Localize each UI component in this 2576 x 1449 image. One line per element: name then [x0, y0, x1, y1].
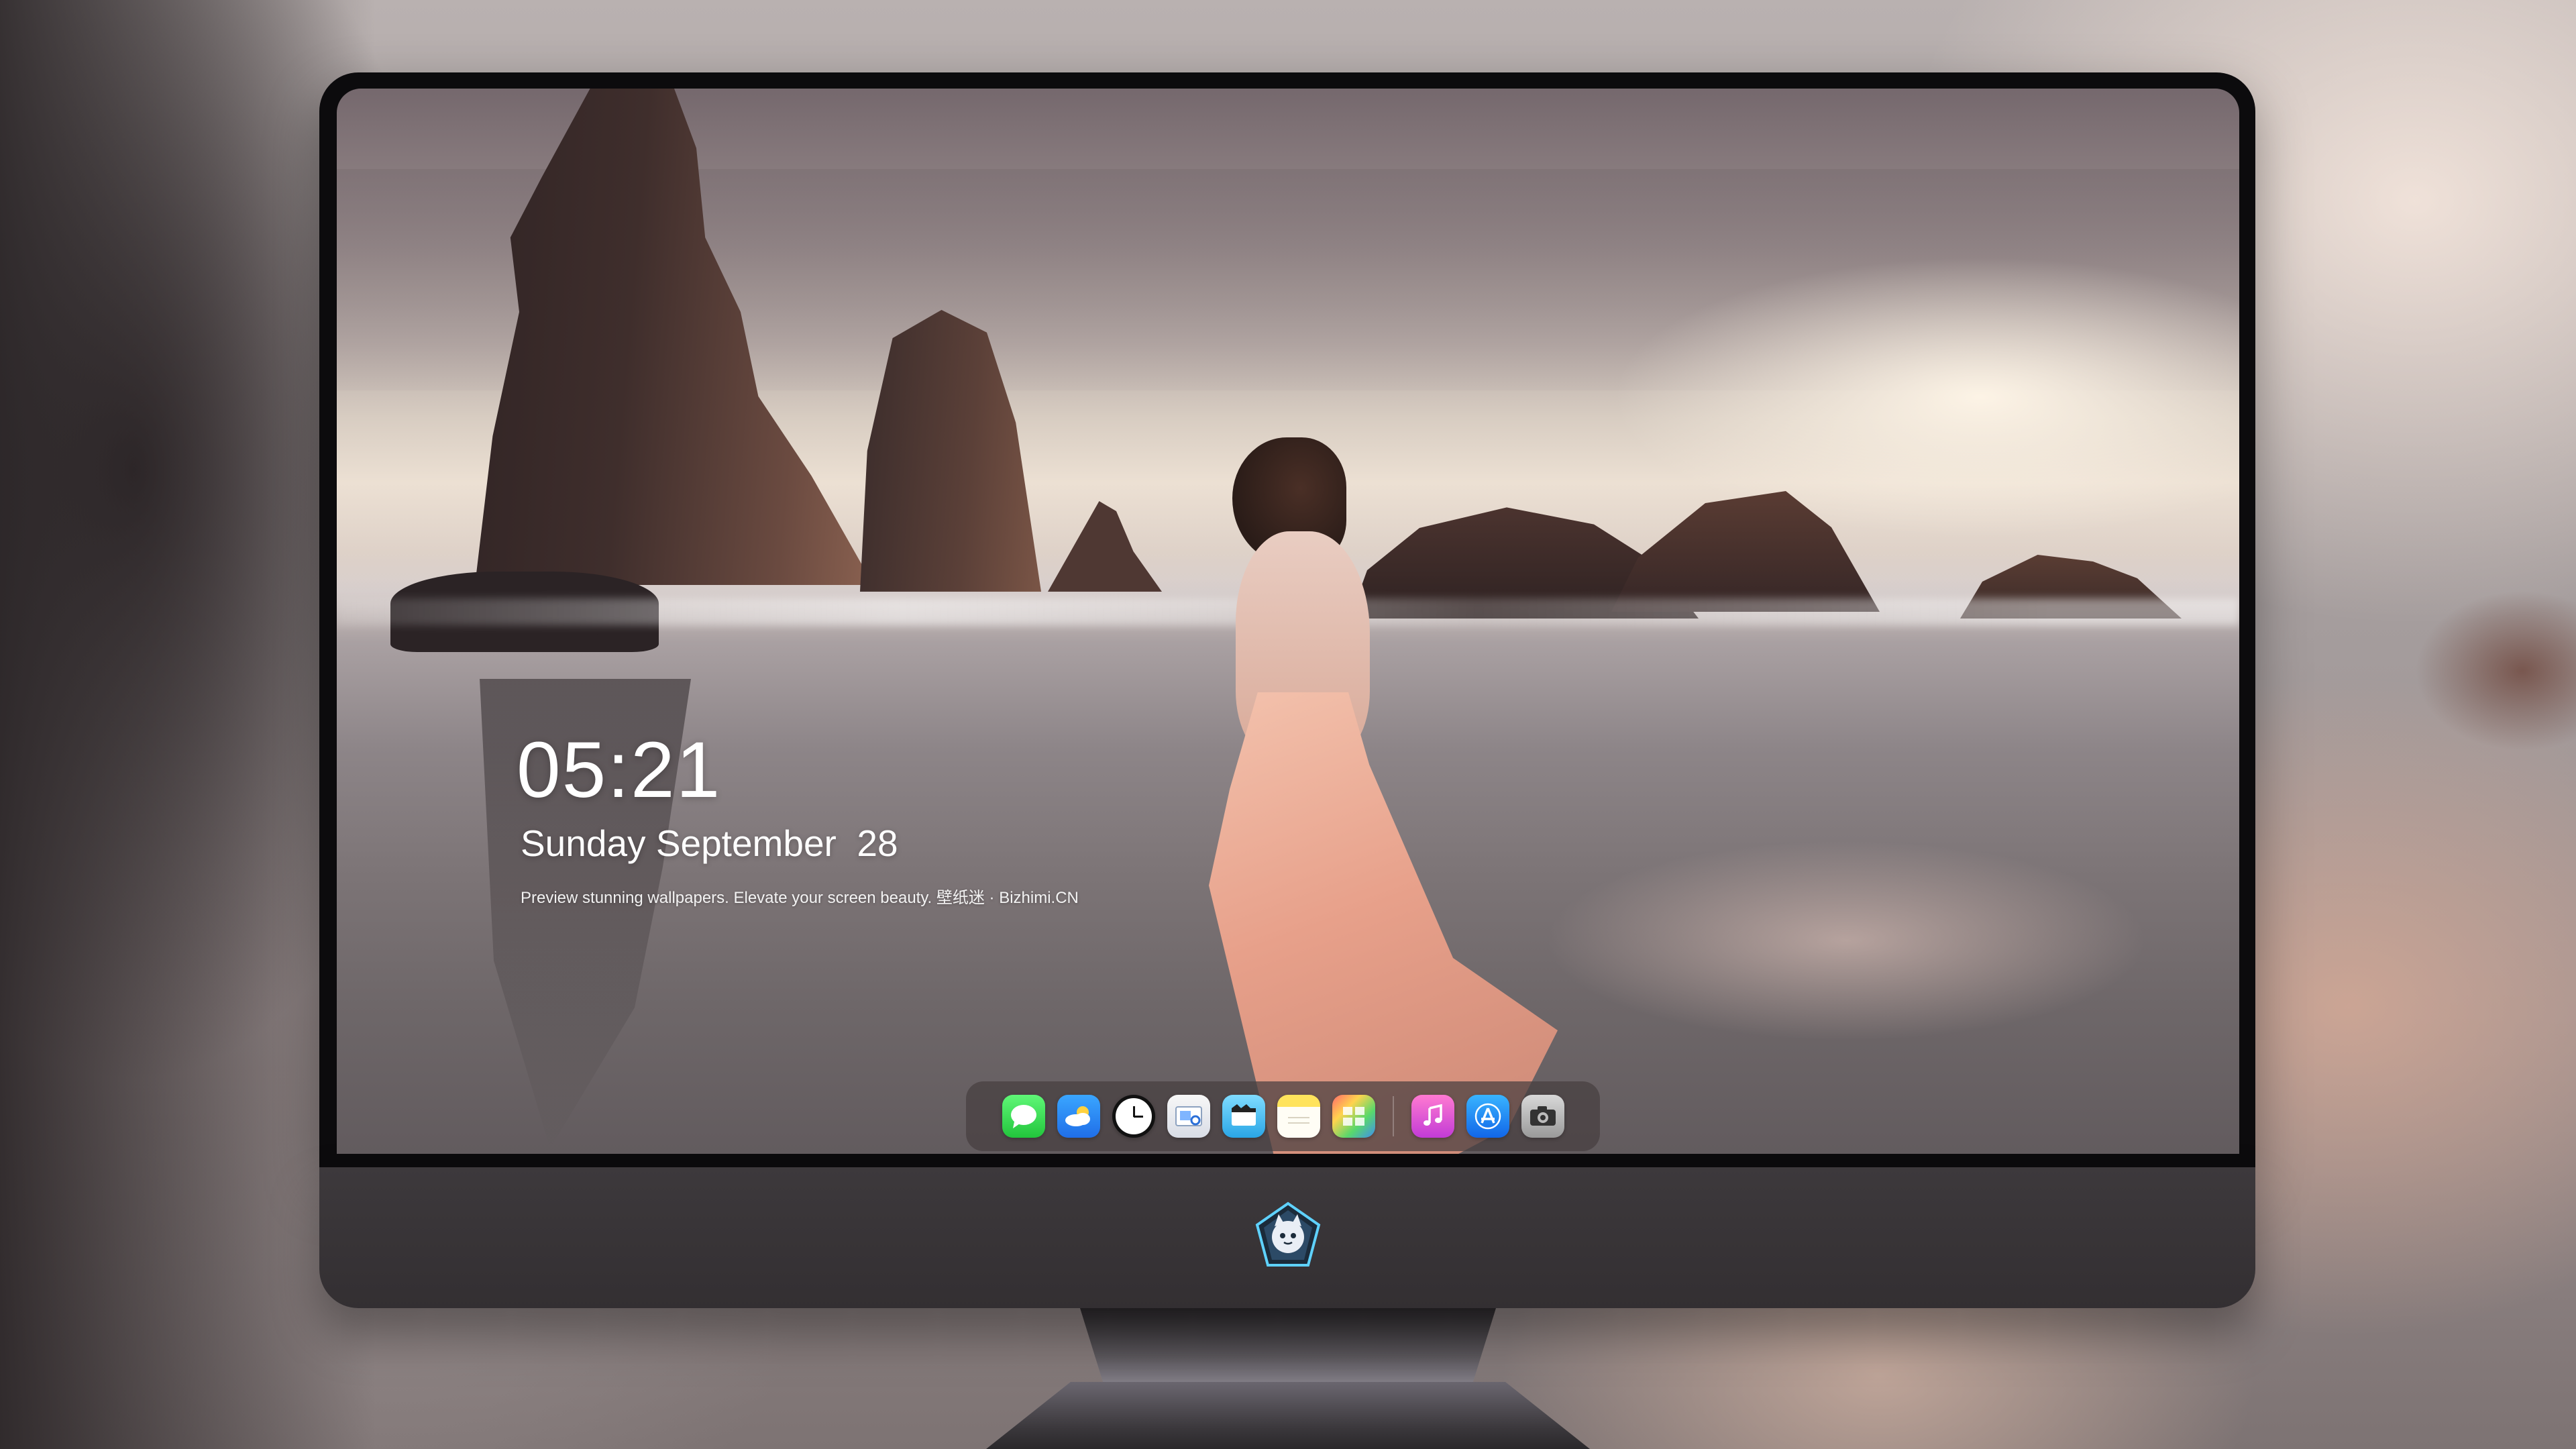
music-icon[interactable] [1411, 1095, 1454, 1138]
clock-icon[interactable] [1112, 1095, 1155, 1138]
cat-mascot-logo [1253, 1201, 1323, 1271]
dock [966, 1081, 1600, 1151]
messages-icon[interactable] [1002, 1095, 1045, 1138]
monitor-stand-base [986, 1382, 1590, 1449]
wallpaper-sunset-glow [1611, 256, 2239, 538]
photo-booth-icon[interactable] [1332, 1095, 1375, 1138]
lock-screen-time: 05:21 [517, 726, 722, 814]
camera-icon[interactable] [1521, 1095, 1564, 1138]
weather-icon[interactable] [1057, 1095, 1100, 1138]
monitor-stand-neck [1080, 1308, 1496, 1389]
wallpaper-sand-reflection [1544, 840, 2148, 1041]
wallpaper-caption: Preview stunning wallpapers. Elevate you… [521, 889, 1079, 907]
lock-screen[interactable] [337, 89, 2239, 1154]
notes-icon[interactable] [1277, 1095, 1320, 1138]
clips-icon[interactable] [1222, 1095, 1265, 1138]
preview-icon[interactable] [1167, 1095, 1210, 1138]
dock-separator [1392, 1096, 1394, 1136]
lock-screen-date: Sunday September 28 [521, 822, 898, 864]
wallpaper-sea-stack-small [1048, 501, 1162, 592]
app-store-icon[interactable] [1466, 1095, 1509, 1138]
